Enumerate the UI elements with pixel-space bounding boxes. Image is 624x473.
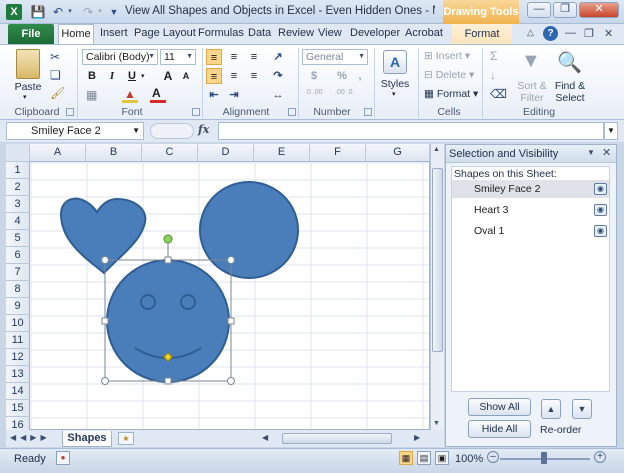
vertical-scroll-thumb[interactable] <box>432 168 443 352</box>
shape-name: Heart 3 <box>474 204 509 216</box>
group-separator <box>482 48 483 118</box>
scroll-up-icon[interactable]: ▲ <box>433 146 440 153</box>
resize-handle-sw[interactable] <box>101 377 109 385</box>
shape-list-item[interactable]: Smiley Face 2 ◉ <box>452 180 609 198</box>
delete-cells-button[interactable]: ⊟ Delete ▾ <box>424 69 474 81</box>
zoom-level[interactable]: 100% <box>455 453 483 465</box>
pane-close-icon[interactable]: ✕ <box>602 146 611 159</box>
editing-group-label: Editing <box>522 106 556 118</box>
find-select-label-1: Find & <box>554 80 586 92</box>
sort-filter-button[interactable]: Sort & Filter <box>512 80 552 104</box>
oval-shape[interactable] <box>199 181 299 279</box>
tab-format[interactable]: Format <box>452 24 512 45</box>
zoom-slider-thumb[interactable] <box>541 452 547 464</box>
shape-list-item[interactable]: Heart 3 ◉ <box>452 201 609 219</box>
shapes-list-heading: Shapes on this Sheet: <box>454 168 557 180</box>
resize-handle-n[interactable] <box>164 256 172 264</box>
resize-handle-nw[interactable] <box>101 256 109 264</box>
insert-cells-label: Insert <box>435 50 462 62</box>
delete-cells-label: Delete <box>435 69 467 81</box>
help-icon[interactable]: ? <box>543 26 558 41</box>
clear-icon[interactable]: ⌫ <box>490 87 507 101</box>
sheet-nav-arrows-icon[interactable]: ◀◀▶▶ <box>10 433 51 442</box>
sort-filter-label-1: Sort & <box>517 80 547 92</box>
show-all-button[interactable]: Show All <box>468 398 531 416</box>
shape-name: Smiley Face 2 <box>474 183 541 195</box>
sort-filter-icon[interactable]: ▼ <box>521 50 541 73</box>
find-select-icon[interactable]: 🔍 <box>557 50 582 75</box>
zoom-in-icon[interactable]: + <box>594 451 606 463</box>
doc-minimize-icon[interactable]: — <box>565 27 576 39</box>
page-break-view-icon[interactable]: ▣ <box>435 451 449 465</box>
hide-all-button[interactable]: Hide All <box>468 420 531 438</box>
status-bar <box>0 448 624 473</box>
doc-close-icon[interactable]: ✕ <box>604 27 613 40</box>
autosum-icon[interactable]: Σ <box>490 49 497 63</box>
smiley-face-shape[interactable] <box>106 259 230 383</box>
resize-handle-e[interactable] <box>227 317 235 325</box>
move-down-button[interactable]: ▼ <box>572 399 592 419</box>
sort-filter-label-2: Filter <box>520 92 544 104</box>
scroll-down-icon[interactable]: ▼ <box>433 420 440 427</box>
shapes-layer <box>59 181 299 385</box>
resize-handle-ne[interactable] <box>227 256 235 264</box>
fill-icon[interactable]: ↓ <box>490 68 496 82</box>
minimize-ribbon-icon[interactable]: △ <box>527 27 534 38</box>
move-up-button[interactable]: ▲ <box>541 399 561 419</box>
resize-handle-se[interactable] <box>227 377 235 385</box>
restore-button[interactable]: ❐ <box>553 2 577 18</box>
pane-options-icon[interactable]: ▼ <box>587 148 595 157</box>
doc-restore-icon[interactable]: ❐ <box>584 27 594 40</box>
selection-pane-title: Selection and Visibility <box>449 148 559 160</box>
visibility-eye-icon[interactable]: ◉ <box>594 204 607 216</box>
format-cells-button[interactable]: ▦ Format ▾ <box>424 88 478 100</box>
page-layout-view-icon[interactable]: ▤ <box>417 451 431 465</box>
expand-formula-bar-icon[interactable]: ▼ <box>604 122 618 140</box>
find-select-button[interactable]: Find & Select <box>550 80 590 104</box>
find-select-label-2: Select <box>555 92 585 104</box>
resize-handle-w[interactable] <box>101 317 109 325</box>
visibility-eye-icon[interactable]: ◉ <box>594 225 607 237</box>
shape-name: Oval 1 <box>474 225 505 237</box>
insert-sheet-icon[interactable]: ★ <box>118 432 134 445</box>
shape-list-item[interactable]: Oval 1 ◉ <box>452 222 609 240</box>
horizontal-scroll-thumb[interactable] <box>282 433 392 444</box>
scroll-right-icon[interactable]: ▶ <box>414 433 420 442</box>
rotation-handle[interactable] <box>163 234 173 244</box>
minimize-button[interactable]: — <box>527 2 551 18</box>
insert-cells-button[interactable]: ⊞ Insert ▾ <box>424 50 470 62</box>
visibility-eye-icon[interactable]: ◉ <box>594 183 607 195</box>
shapes-list <box>451 166 610 392</box>
reorder-label: Re-order <box>540 424 582 436</box>
scroll-left-icon[interactable]: ◀ <box>262 433 268 442</box>
status-ready: Ready <box>14 453 46 465</box>
sheet-tab-shapes[interactable]: Shapes <box>62 431 112 447</box>
normal-view-icon[interactable]: ▦ <box>399 451 413 465</box>
macro-record-icon[interactable]: ● <box>56 451 70 465</box>
zoom-out-icon[interactable]: – <box>487 451 499 463</box>
drawing-tools-group-label: Drawing Tools <box>443 0 519 24</box>
format-cells-label: Format <box>436 88 471 100</box>
resize-handle-s[interactable] <box>164 377 172 385</box>
close-window-button[interactable]: ✕ <box>579 2 619 18</box>
